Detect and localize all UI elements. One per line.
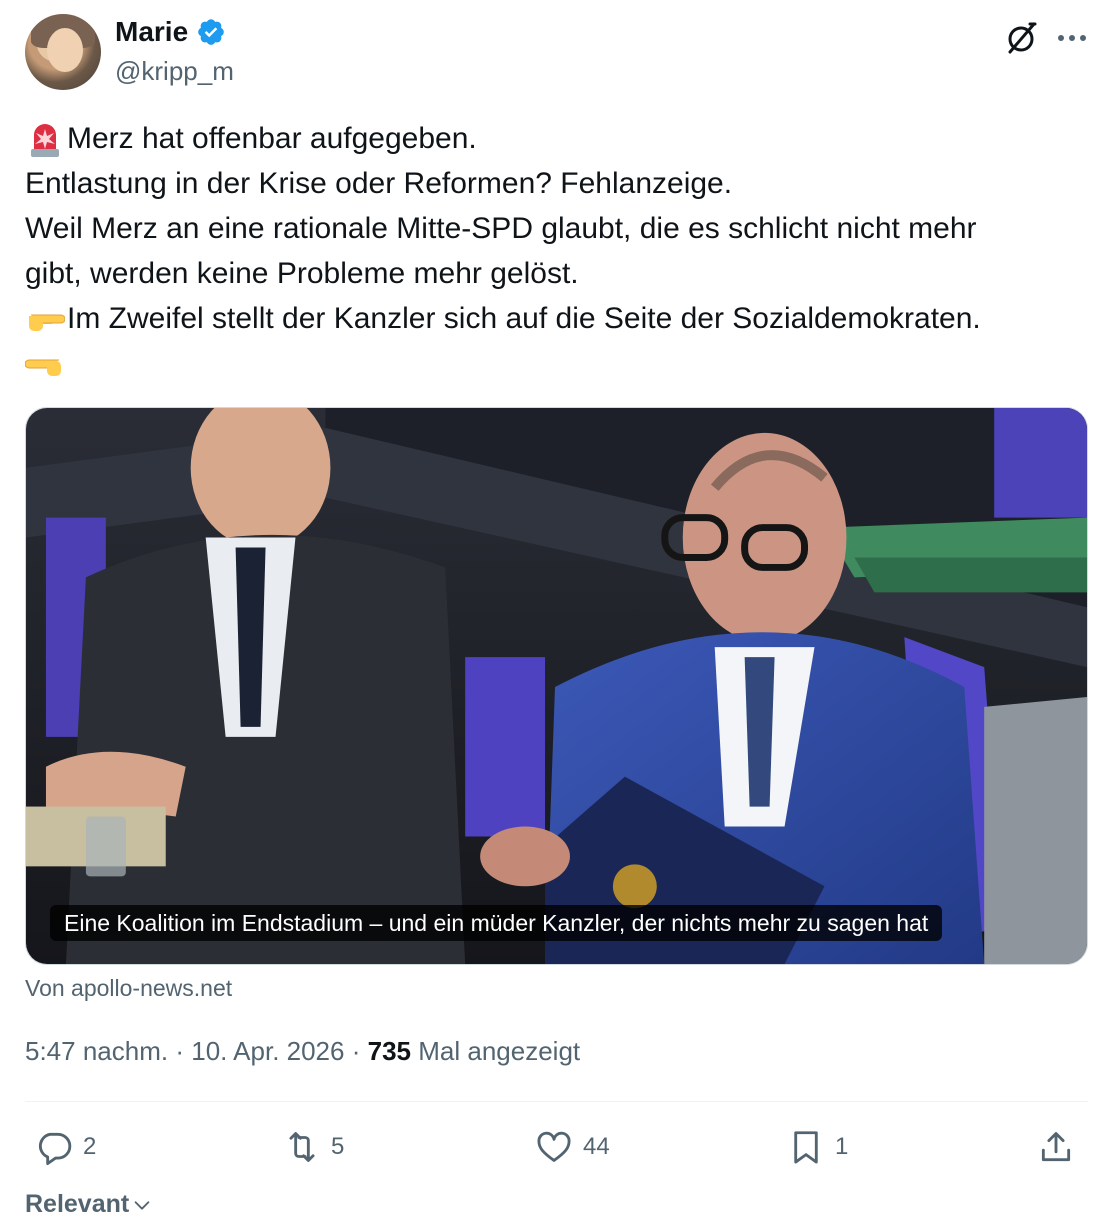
share-icon xyxy=(1041,1132,1071,1162)
views-count: 735 xyxy=(367,1036,412,1066)
tweet-date[interactable]: 10. Apr. 2026 xyxy=(191,1036,344,1066)
tweet-line: Merz hat offenbar aufgegeben. xyxy=(25,116,1095,161)
ellipsis-icon xyxy=(1058,35,1086,41)
tweet-line-text: Weil Merz an eine rationale Mitte-SPD gl… xyxy=(25,212,977,245)
card-source-link[interactable]: Von apollo-news.net xyxy=(25,975,232,1002)
tweet-line: Entlastung in der Krise oder Reformen? F… xyxy=(25,161,1095,206)
sort-dropdown[interactable]: Relevant xyxy=(25,1190,153,1219)
tweet-line: Im Zweifel stellt der Kanzler sich auf d… xyxy=(25,296,1095,341)
bookmark-icon xyxy=(794,1131,818,1164)
card-caption: Eine Koalition im Endstadium – und ein m… xyxy=(50,905,943,941)
repost-count: 5 xyxy=(331,1133,345,1160)
repost-icon xyxy=(289,1132,315,1162)
tweet-line-text: Im Zweifel stellt der Kanzler sich auf d… xyxy=(67,302,981,335)
sort-label: Relevant xyxy=(25,1190,130,1218)
meta-separator: · xyxy=(351,1036,361,1066)
reply-icon xyxy=(38,1132,72,1166)
tweet-time[interactable]: 5:47 nachm. xyxy=(25,1036,168,1066)
author-name[interactable]: Marie xyxy=(115,16,188,48)
tweet-text: Merz hat offenbar aufgegeben. Entlastung… xyxy=(25,116,1095,386)
meta-separator: · xyxy=(175,1036,184,1066)
tweet-line-text: Merz hat offenbar aufgegeben. xyxy=(67,122,477,155)
pointing-left-emoji xyxy=(25,359,61,376)
reply-count: 2 xyxy=(83,1133,97,1160)
pointing-right-emoji xyxy=(29,314,65,331)
tweet-line: Weil Merz an eine rationale Mitte-SPD gl… xyxy=(25,206,1095,251)
tweet-line: gibt, werden keine Probleme mehr gelöst. xyxy=(25,251,1095,296)
more-icon[interactable] xyxy=(1054,20,1090,56)
grok-icon[interactable] xyxy=(1004,20,1040,56)
avatar-face xyxy=(47,28,83,72)
link-card[interactable]: Eine Koalition im Endstadium – und ein m… xyxy=(25,407,1088,965)
repost-button[interactable]: 5 xyxy=(283,1122,344,1172)
like-button[interactable]: 44 xyxy=(535,1122,610,1172)
verified-badge-icon xyxy=(198,19,224,45)
tweet-header: Marie @kripp_m xyxy=(25,14,1090,92)
share-button[interactable] xyxy=(1037,1122,1075,1172)
tweet-line-text: Entlastung in der Krise oder Reformen? F… xyxy=(25,167,733,200)
reply-button[interactable]: 2 xyxy=(35,1122,96,1172)
avatar[interactable] xyxy=(25,14,101,90)
rotating-light-emoji xyxy=(31,123,59,157)
article-photo xyxy=(26,408,1087,964)
tweet-line-text: gibt, werden keine Probleme mehr gelöst. xyxy=(25,257,579,290)
like-count: 44 xyxy=(583,1133,610,1160)
bookmark-count: 1 xyxy=(835,1133,849,1160)
views-label: Mal angezeigt xyxy=(418,1036,581,1066)
heart-icon xyxy=(537,1131,571,1162)
divider xyxy=(25,1101,1088,1102)
tweet-line xyxy=(25,341,1095,386)
chevron-down-icon xyxy=(134,1200,150,1210)
tweet-meta: 5:47 nachm. · 10. Apr. 2026 · 735 Mal an… xyxy=(25,1036,580,1067)
author-name-row: Marie xyxy=(115,16,226,48)
bookmark-button[interactable]: 1 xyxy=(787,1122,848,1172)
author-handle[interactable]: @kripp_m xyxy=(115,56,234,87)
action-bar: 2 5 44 1 xyxy=(25,1122,1088,1172)
